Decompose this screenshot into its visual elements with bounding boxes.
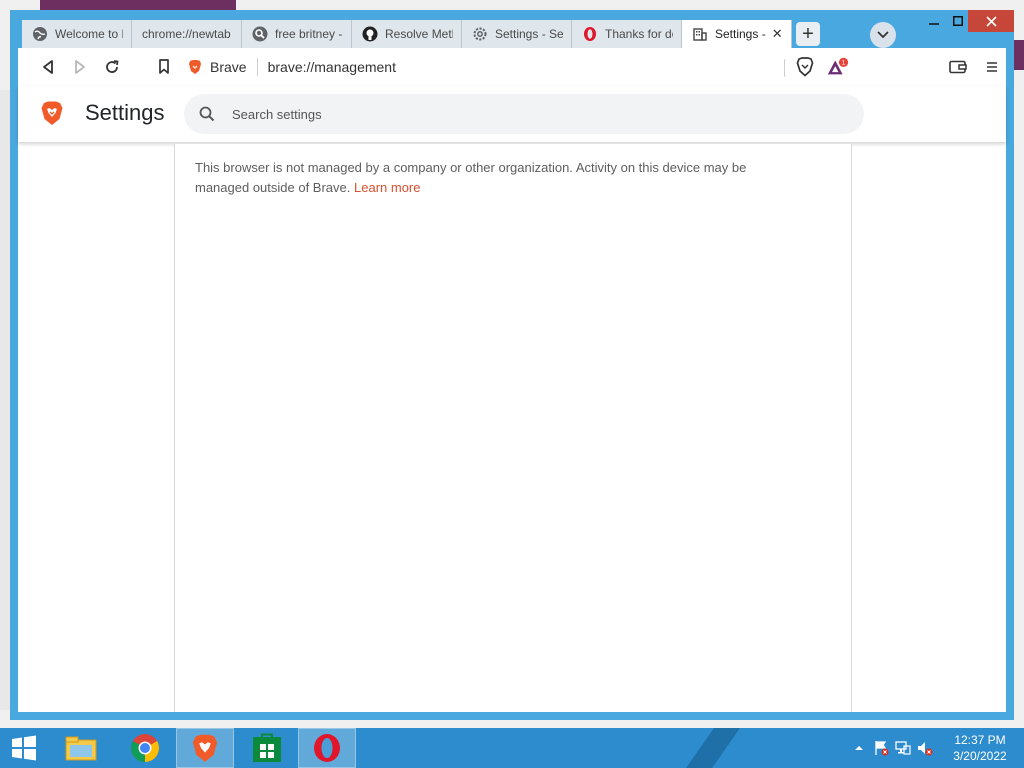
main-menu-button[interactable] xyxy=(980,55,1004,79)
clock-date: 3/20/2022 xyxy=(953,749,1007,763)
plus-icon: + xyxy=(802,23,814,45)
management-card: This browser is not managed by a company… xyxy=(174,144,852,712)
rewards-triangle-icon: 1 xyxy=(827,57,849,75)
site-info-chip[interactable]: Brave xyxy=(188,58,258,76)
tab-title: chrome://newtab xyxy=(142,27,231,41)
tab-title: Welcome to B xyxy=(55,27,123,41)
reload-icon xyxy=(106,60,119,73)
brave-logo-icon xyxy=(41,101,63,125)
tab-github[interactable]: Resolve Meth xyxy=(352,20,462,48)
action-center-tray-button[interactable] xyxy=(870,738,892,758)
close-tab-icon[interactable]: ✕ xyxy=(772,26,783,42)
tab-search-button[interactable] xyxy=(870,22,896,48)
settings-header: Settings xyxy=(18,86,1006,142)
address-bar[interactable]: Brave brave://management xyxy=(188,52,788,82)
brave-rewards-button[interactable]: 1 xyxy=(826,55,850,79)
tab-title: Settings - xyxy=(715,27,766,41)
github-icon xyxy=(362,26,378,42)
url-text[interactable]: brave://management xyxy=(268,59,396,75)
management-status-text: This browser is not managed by a company… xyxy=(195,158,795,198)
address-bar-divider xyxy=(784,59,785,77)
search-icon xyxy=(199,106,215,122)
browser-window: Welcome to B chrome://newtab free britne… xyxy=(10,10,1014,720)
taskbar-chrome[interactable] xyxy=(116,728,174,768)
chevron-up-icon xyxy=(855,746,863,750)
windows-logo-icon xyxy=(12,735,36,761)
hamburger-menu-icon xyxy=(987,62,997,72)
brave-lion-icon xyxy=(189,60,201,74)
management-message: This browser is not managed by a company… xyxy=(195,160,747,195)
maximize-icon xyxy=(953,16,963,26)
minimize-icon xyxy=(929,23,939,25)
chrome-icon xyxy=(131,734,159,762)
show-hidden-icons-button[interactable] xyxy=(848,738,870,758)
flag-alert-icon xyxy=(875,741,889,756)
opera-icon xyxy=(314,734,340,762)
tab-title: Settings - Sec xyxy=(495,27,563,41)
store-icon xyxy=(253,733,281,762)
tab-welcome[interactable]: Welcome to B xyxy=(22,20,132,48)
svg-text:1: 1 xyxy=(842,60,846,67)
forward-arrow-icon xyxy=(75,60,85,74)
background-window-edge-left xyxy=(0,90,10,710)
bookmark-button[interactable] xyxy=(152,55,176,79)
file-explorer-icon xyxy=(65,736,97,761)
windows-taskbar: 12:37 PM 3/20/2022 xyxy=(0,728,1024,768)
tab-strip: Welcome to B chrome://newtab free britne… xyxy=(10,10,1014,48)
taskbar-brave[interactable] xyxy=(176,728,234,768)
tab-newtab[interactable]: chrome://newtab xyxy=(132,20,242,48)
brave-icon xyxy=(192,734,218,762)
taskbar-clock[interactable]: 12:37 PM 3/20/2022 xyxy=(944,732,1016,764)
tab-opera-thanks[interactable]: Thanks for do xyxy=(572,20,682,48)
network-tray-button[interactable] xyxy=(892,738,914,758)
back-button[interactable] xyxy=(36,55,60,79)
taskbar-opera[interactable] xyxy=(298,728,356,768)
gear-icon xyxy=(472,26,488,42)
close-icon xyxy=(985,15,997,27)
learn-more-link[interactable]: Learn more xyxy=(354,180,420,195)
tab-search-results[interactable]: free britney - xyxy=(242,20,352,48)
clock-time: 12:37 PM xyxy=(954,733,1006,747)
settings-page: Settings This browser is not managed by … xyxy=(18,86,1006,712)
building-icon xyxy=(692,26,708,42)
site-chip-label: Brave xyxy=(210,59,247,75)
new-tab-button[interactable]: + xyxy=(796,22,820,46)
wallet-button[interactable] xyxy=(946,55,970,79)
search-settings-input[interactable] xyxy=(230,105,834,123)
forward-button[interactable] xyxy=(68,55,92,79)
volume-tray-button[interactable] xyxy=(914,738,936,758)
speaker-muted-icon xyxy=(918,742,933,756)
back-arrow-icon xyxy=(43,60,53,74)
chevron-down-icon xyxy=(877,31,889,39)
page-title: Settings xyxy=(85,100,165,125)
search-icon xyxy=(252,26,268,42)
tab-title: Resolve Meth xyxy=(385,27,453,41)
close-window-button[interactable] xyxy=(968,10,1014,32)
background-window-edge xyxy=(40,0,236,10)
settings-search-box[interactable] xyxy=(184,94,864,134)
system-tray xyxy=(848,728,936,768)
wallet-icon xyxy=(949,60,967,74)
globe-icon xyxy=(32,26,48,42)
tab-settings-security[interactable]: Settings - Sec xyxy=(462,20,572,48)
tab-title: free britney - xyxy=(275,27,343,41)
tab-settings-management[interactable]: Settings - ✕ xyxy=(682,20,792,48)
taskbar-file-explorer[interactable] xyxy=(52,728,110,768)
brave-shields-button[interactable] xyxy=(793,55,817,79)
bookmark-icon xyxy=(159,59,169,74)
network-icon xyxy=(895,741,911,755)
taskbar-decoration xyxy=(685,728,741,768)
browser-toolbar: Brave brave://management 1 xyxy=(18,48,1006,87)
reload-button[interactable] xyxy=(100,55,124,79)
shield-icon xyxy=(796,57,814,77)
taskbar-store[interactable] xyxy=(238,728,296,768)
start-button[interactable] xyxy=(0,728,48,768)
tab-title: Thanks for do xyxy=(605,27,673,41)
opera-icon xyxy=(582,26,598,42)
